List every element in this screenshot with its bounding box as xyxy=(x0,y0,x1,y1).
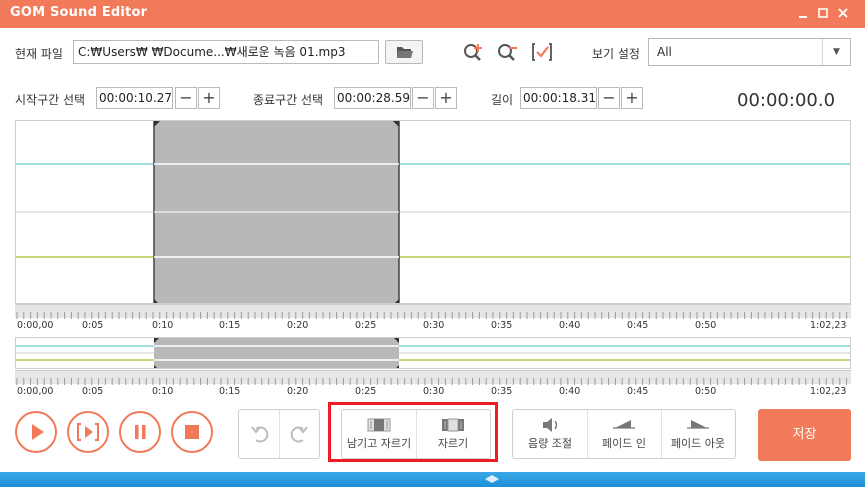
stop-icon xyxy=(185,425,199,439)
zoom-out-icon xyxy=(498,44,517,61)
waveform-view[interactable] xyxy=(15,120,851,304)
zoom-in-button[interactable] xyxy=(461,40,485,64)
start-plus-button[interactable]: + xyxy=(198,87,220,109)
stop-button[interactable] xyxy=(171,411,213,453)
folder-icon xyxy=(397,47,413,58)
tick-label: 0:00,00 xyxy=(17,386,54,397)
play-selection-button[interactable] xyxy=(67,411,109,453)
tick-label: 0:40 xyxy=(559,386,581,397)
close-icon[interactable] xyxy=(834,4,852,22)
chevron-down-icon: ▼ xyxy=(822,39,850,65)
tick-label: 1:02,23 xyxy=(810,320,847,331)
current-file-label: 현재 파일 xyxy=(15,47,63,61)
tick-label: 0:15 xyxy=(219,320,241,331)
start-time-field[interactable]: 00:00:10.27 xyxy=(96,87,173,109)
play-icon xyxy=(32,424,44,440)
tick-label: 0:45 xyxy=(627,386,649,397)
zoom-fit-icon xyxy=(532,43,552,61)
timeline-tick-labels: 0:00,00 0:05 0:10 0:15 0:20 0:25 0:30 0:35 0:40 0… xyxy=(15,320,851,334)
end-minus-button[interactable]: − xyxy=(412,87,434,109)
tick-label: 0:25 xyxy=(355,386,377,397)
tick-label: 0:20 xyxy=(287,386,309,397)
tick-label: 0:05 xyxy=(82,386,104,397)
open-folder-button[interactable] xyxy=(385,40,423,64)
tick-label: 0:20 xyxy=(287,320,309,331)
tick-label: 0:40 xyxy=(559,320,581,331)
play-button[interactable] xyxy=(15,411,57,453)
tick-label: 0:50 xyxy=(695,320,717,331)
redo-button[interactable] xyxy=(284,410,314,458)
fade-out-label: 페이드 아웃 xyxy=(670,437,726,450)
tick-label: 0:05 xyxy=(82,320,104,331)
tick-label: 0:50 xyxy=(695,386,717,397)
current-time-display: 00:00:00.0 xyxy=(737,90,836,111)
fade-in-button[interactable]: 페이드 인 xyxy=(587,410,661,458)
tick-label: 0:30 xyxy=(423,386,445,397)
length-minus-button[interactable]: − xyxy=(598,87,620,109)
tick-label: 0:10 xyxy=(152,320,174,331)
redo-icon xyxy=(290,426,308,443)
tick-label: 0:25 xyxy=(355,320,377,331)
tick-label: 0:35 xyxy=(491,320,513,331)
pause-button[interactable] xyxy=(119,411,161,453)
fade-in-label: 페이드 인 xyxy=(602,437,646,450)
zoom-fit-button[interactable] xyxy=(530,40,554,64)
minimize-icon[interactable] xyxy=(794,4,812,22)
start-section-label: 시작구간 선택 xyxy=(15,93,86,107)
overview-waveform[interactable] xyxy=(15,337,851,369)
tick-label: 0:00,00 xyxy=(17,320,54,331)
tick-label: 0:30 xyxy=(423,320,445,331)
title-bar: GOM Sound Editor xyxy=(0,0,865,28)
highlight-box xyxy=(328,402,498,462)
length-time-field[interactable]: 00:00:18.31 xyxy=(520,87,597,109)
taskbar xyxy=(0,472,865,487)
maximize-icon[interactable] xyxy=(814,4,832,22)
play-selection-icon xyxy=(77,423,99,441)
file-path-field[interactable]: C:₩Users₩ ₩Docume...₩새로운 녹음 01.mp3 xyxy=(73,40,379,64)
pause-icon xyxy=(135,425,146,439)
overview-ruler xyxy=(15,370,851,385)
overview-tick-labels: 0:00,00 0:05 0:10 0:15 0:20 0:25 0:30 0:35 0:40 0… xyxy=(15,386,851,400)
tick-label: 1:02,23 xyxy=(810,386,847,397)
zoom-in-icon xyxy=(464,44,482,61)
fade-out-button[interactable]: 페이드 아웃 xyxy=(661,410,735,458)
tick-label: 0:15 xyxy=(219,386,241,397)
view-settings-select[interactable]: All ▼ xyxy=(648,38,851,66)
undo-icon xyxy=(251,426,269,443)
view-settings-value: All xyxy=(657,45,672,59)
tick-label: 0:45 xyxy=(627,320,649,331)
undo-button[interactable] xyxy=(245,410,275,458)
view-settings-label: 보기 설정 xyxy=(592,47,640,61)
overview-selection-region[interactable] xyxy=(154,338,399,369)
volume-button[interactable]: 음량 조절 xyxy=(513,410,587,458)
tick-label: 0:10 xyxy=(152,386,174,397)
end-time-field[interactable]: 00:00:28.59 xyxy=(334,87,411,109)
app-title: GOM Sound Editor xyxy=(10,5,148,20)
start-minus-button[interactable]: − xyxy=(175,87,197,109)
timeline-ruler xyxy=(15,304,851,319)
tick-label: 0:35 xyxy=(491,386,513,397)
zoom-out-button[interactable] xyxy=(495,40,519,64)
volume-label: 음량 조절 xyxy=(528,437,572,450)
end-plus-button[interactable]: + xyxy=(435,87,457,109)
length-label: 길이 xyxy=(491,93,514,107)
length-plus-button[interactable]: + xyxy=(621,87,643,109)
end-section-label: 종료구간 선택 xyxy=(253,93,324,107)
save-button[interactable]: 저장 xyxy=(758,409,851,461)
